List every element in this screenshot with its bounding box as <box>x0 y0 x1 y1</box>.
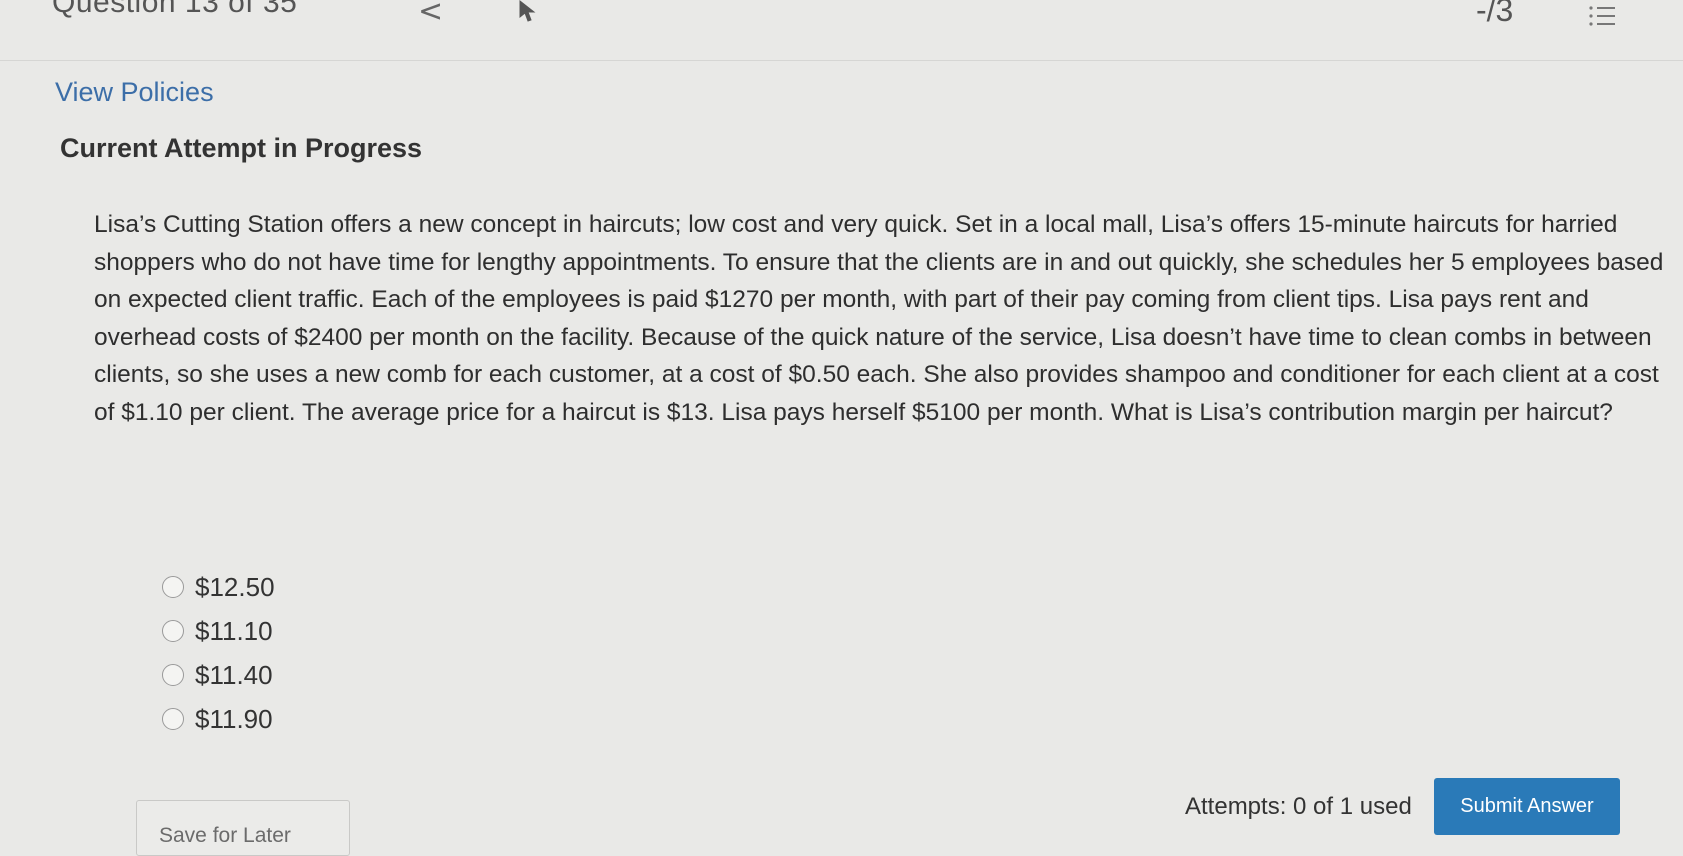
save-for-later-button[interactable]: Save for Later <box>136 800 350 856</box>
radio-button[interactable] <box>162 708 184 730</box>
attempt-status-heading: Current Attempt in Progress <box>60 133 423 163</box>
cursor-icon <box>519 0 536 22</box>
answer-option[interactable]: $11.10 <box>162 609 275 653</box>
submit-answer-button[interactable]: Submit Answer <box>1434 778 1620 835</box>
answer-option-label: $11.40 <box>195 659 273 690</box>
list-icon[interactable] <box>1588 4 1616 28</box>
previous-question-button[interactable]: < <box>418 0 443 29</box>
answer-option[interactable]: $11.40 <box>162 653 275 697</box>
question-score: -/3 <box>1476 0 1514 28</box>
radio-button[interactable] <box>162 620 184 642</box>
view-policies-link[interactable]: View Policies <box>55 77 214 108</box>
question-counter: Question 13 of 35 <box>52 0 298 19</box>
attempts-counter: Attempts: 0 of 1 used <box>1185 793 1412 820</box>
question-header: Question 13 of 35 < -/3 <box>0 0 1683 61</box>
answer-option[interactable]: $12.50 <box>162 565 275 609</box>
radio-button[interactable] <box>162 576 184 598</box>
question-text: Lisa’s Cutting Station offers a new conc… <box>94 211 1664 426</box>
answer-options: $12.50 $11.10 $11.40 $11.90 <box>162 565 275 741</box>
answer-option-label: $11.10 <box>195 615 273 646</box>
answer-option-label: $11.90 <box>195 703 273 734</box>
answer-option[interactable]: $11.90 <box>162 697 275 741</box>
answer-option-label: $12.50 <box>195 571 275 602</box>
radio-button[interactable] <box>162 664 184 686</box>
